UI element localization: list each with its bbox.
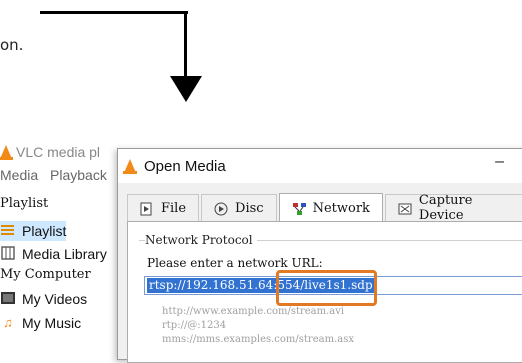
minimize-button[interactable]: – <box>495 153 504 171</box>
arrow-line-horizontal <box>40 11 188 14</box>
playlist-heading: Playlist <box>0 196 49 211</box>
file-icon <box>140 202 155 215</box>
menu-playback[interactable]: Playback <box>50 167 107 183</box>
sidebar-item-playlist[interactable]: Playlist <box>0 221 67 241</box>
caption-text: on. <box>0 36 24 54</box>
library-icon <box>0 246 16 262</box>
dialog-titlebar: Open Media – <box>118 149 522 183</box>
network-icon <box>292 202 307 215</box>
highlight-box <box>276 270 377 306</box>
dialog-title: Open Media <box>144 157 226 175</box>
sidebar-item-label: My Videos <box>22 291 88 307</box>
vlc-cone-icon <box>0 145 13 160</box>
example-url-3: mms://mms.examples.com/stream.asx <box>162 334 354 345</box>
url-prompt-label: Please enter a network URL: <box>147 256 323 270</box>
videos-icon <box>0 291 16 307</box>
tab-label: File <box>161 200 187 216</box>
vlc-title: VLC media pl <box>16 144 101 160</box>
playlist-icon <box>0 223 16 239</box>
example-url-1: http://www.example.com/stream.avi <box>162 306 345 317</box>
tab-network[interactable]: Network <box>278 193 383 222</box>
sidebar-item-label: My Music <box>22 315 82 331</box>
sidebar-item-label: Playlist <box>22 223 67 239</box>
sidebar-item-media-library[interactable]: Media Library <box>0 244 107 264</box>
menu-media[interactable]: Media <box>0 167 38 183</box>
tab-disc[interactable]: Disc <box>201 194 277 221</box>
music-icon: ♫ <box>3 315 13 330</box>
example-url-2: rtp://@:1234 <box>162 320 227 331</box>
tab-file[interactable]: File <box>127 194 200 221</box>
sidebar-item-my-music[interactable]: ♫ My Music <box>0 313 81 333</box>
vlc-main-window: VLC media pl Media Playback Playlist Pla… <box>0 139 130 349</box>
vlc-menubar: Media Playback <box>0 167 115 183</box>
tab-label: Disc <box>235 200 264 216</box>
my-computer-heading: My Computer <box>0 267 91 282</box>
network-protocol-label: Network Protocol <box>145 233 257 247</box>
tab-capture-device[interactable]: Capture Device <box>384 193 522 223</box>
tab-bar: File Disc Network Capture Device <box>127 193 522 223</box>
capture-icon <box>398 202 413 215</box>
arrow-down-icon <box>170 76 202 102</box>
tab-label: Capture Device <box>418 193 473 223</box>
sidebar-item-my-videos[interactable]: My Videos <box>0 289 87 309</box>
sidebar-item-label: Media Library <box>22 246 107 262</box>
arrow-line-vertical <box>184 11 187 77</box>
disc-icon <box>214 202 229 215</box>
tab-label: Network <box>312 200 370 216</box>
vlc-cone-icon <box>123 159 137 174</box>
vlc-titlebar: VLC media pl <box>0 139 130 165</box>
